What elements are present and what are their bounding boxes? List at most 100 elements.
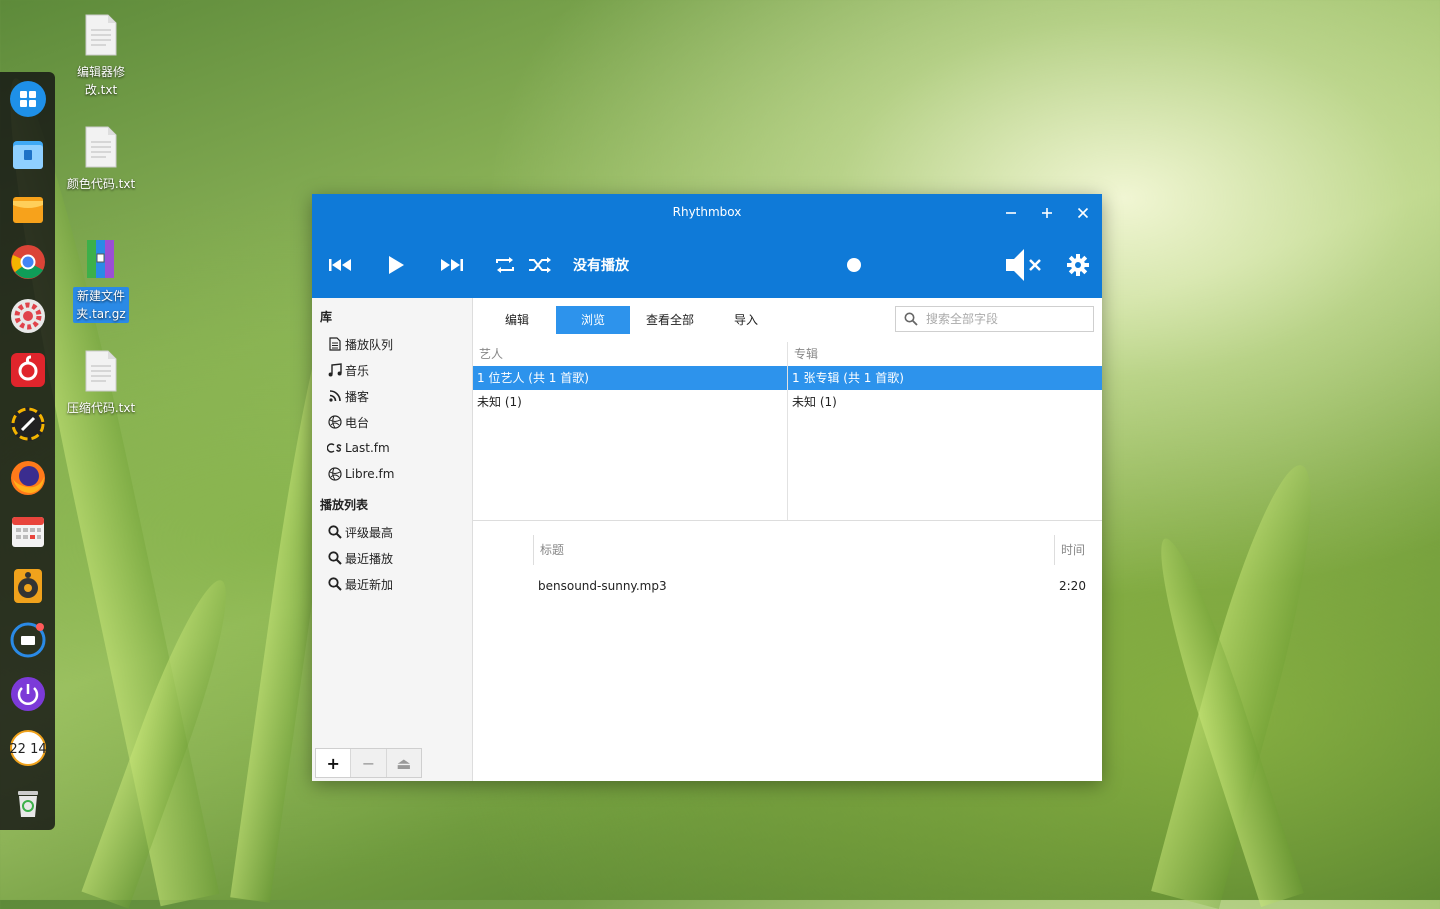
list-item[interactable]: 未知 (1) <box>473 390 787 414</box>
maximize-button[interactable] <box>1036 202 1058 224</box>
sidebar-item-recently-added[interactable]: 最近新加 <box>327 574 393 594</box>
file-manager-icon[interactable] <box>9 135 47 173</box>
chrome-icon[interactable] <box>9 243 47 281</box>
next-button[interactable] <box>437 252 465 278</box>
sidebar-item-recently-played[interactable]: 最近播放 <box>327 548 393 568</box>
eject-button[interactable]: ⏏ <box>387 749 421 777</box>
search-icon <box>904 312 918 326</box>
archive-file-icon <box>87 240 114 278</box>
launcher-icon[interactable] <box>9 80 47 118</box>
keyboard-icon[interactable] <box>9 621 47 659</box>
search-icon <box>327 550 343 566</box>
volume-button[interactable] <box>1004 246 1044 284</box>
globe-icon <box>327 414 343 430</box>
rss-icon <box>327 388 343 404</box>
album-column: 专辑 1 张专辑 (共 1 首歌) 未知 (1) <box>788 342 1102 520</box>
rhythmbox-icon[interactable] <box>9 567 47 605</box>
repeat-button[interactable] <box>491 252 519 278</box>
play-button[interactable] <box>382 252 410 278</box>
album-column-header[interactable]: 专辑 <box>788 342 1102 366</box>
sidebar-item-label: Last.fm <box>345 441 390 455</box>
power-icon[interactable] <box>9 675 47 713</box>
dock: 22 14 <box>0 72 55 830</box>
sidebar-item-label: 播客 <box>345 389 370 404</box>
previous-button[interactable] <box>327 252 355 278</box>
minimize-button[interactable] <box>1000 202 1022 224</box>
close-button[interactable] <box>1072 202 1094 224</box>
sidebar-item-radio[interactable]: 电台 <box>327 412 369 432</box>
tab-import[interactable]: 导入 <box>709 306 783 334</box>
maximize-icon <box>1042 208 1052 218</box>
music-note-icon <box>327 362 343 378</box>
title-column-header[interactable]: 标题 <box>540 535 564 565</box>
desktop-icon-label: 改.txt <box>84 83 118 97</box>
tab-browse[interactable]: 浏览 <box>556 306 630 334</box>
text-file-icon <box>85 126 117 168</box>
player-toolbar: 没有播放 <box>312 232 1102 298</box>
lastfm-icon <box>327 440 343 456</box>
desktop-icon-label: 新建文件 <box>76 289 125 303</box>
desktop-file-color-code-txt[interactable]: 颜色代码.txt <box>61 126 141 193</box>
volume-muted-icon <box>1006 249 1041 281</box>
desktop-icon-label: 编辑器修 <box>76 65 125 79</box>
desktop-icon-label: 颜色代码.txt <box>66 177 136 191</box>
firefox-icon[interactable] <box>9 459 47 497</box>
tab-view-all[interactable]: 查看全部 <box>633 306 707 334</box>
search-icon <box>327 524 343 540</box>
sidebar-item-lastfm[interactable]: Last.fm <box>327 438 390 458</box>
desktop-file-archive-tar-gz[interactable]: 新建文件夹.tar.gz <box>61 238 141 323</box>
remove-playlist-button[interactable]: − <box>351 749 387 777</box>
text-file-icon <box>85 14 117 56</box>
column-separator <box>1054 535 1055 565</box>
list-item[interactable]: 1 张专辑 (共 1 首歌) <box>788 366 1102 390</box>
sidebar-item-music[interactable]: 音乐 <box>327 360 369 380</box>
sidebar-item-label: 最近播放 <box>345 551 394 566</box>
tab-edit[interactable]: 编辑 <box>479 306 555 334</box>
globe-icon <box>327 466 343 482</box>
list-item[interactable]: 1 位艺人 (共 1 首歌) <box>473 366 787 390</box>
sidebar-item-label: 音乐 <box>345 363 370 378</box>
main-panel: 编辑 浏览 查看全部 导入 艺人 1 位艺人 (共 1 首歌) 未知 (1) 专… <box>473 298 1102 781</box>
desktop-icon-label: 压缩代码.txt <box>66 401 136 415</box>
desktop-file-editor-txt[interactable]: 编辑器修改.txt <box>61 14 141 99</box>
minimize-icon <box>1006 212 1016 214</box>
play-icon <box>389 256 404 274</box>
sidebar-item-top-rated[interactable]: 评级最高 <box>327 522 393 542</box>
time-column-header[interactable]: 时间 <box>1061 535 1085 565</box>
sidebar-item-label: 最近新加 <box>345 577 394 592</box>
trash-icon[interactable] <box>9 783 47 821</box>
slider-knob-icon <box>847 258 861 272</box>
text-file-icon <box>85 350 117 392</box>
clock-icon: 22 14 <box>9 729 47 767</box>
add-playlist-button[interactable]: + <box>316 749 352 777</box>
desktop-file-compress-code-txt[interactable]: 压缩代码.txt <box>61 350 141 417</box>
column-separator <box>533 535 534 565</box>
track-list: 标题 时间 bensound-sunny.mp3 2:20 <box>473 521 1102 781</box>
sidebar-button-bar: + − ⏏ <box>315 748 422 778</box>
search-input[interactable] <box>924 311 1088 327</box>
skip-next-icon <box>441 259 463 271</box>
seek-slider-knob[interactable] <box>847 258 861 275</box>
repeat-icon <box>496 257 514 273</box>
app-store-icon[interactable] <box>9 189 47 227</box>
shuffle-button[interactable] <box>526 252 554 278</box>
now-playing-label: 没有播放 <box>573 258 629 274</box>
preferences-button[interactable] <box>1064 252 1092 278</box>
settings-icon[interactable] <box>9 297 47 335</box>
sidebar: 库 播放队列 音乐 播客 电台 Last.fm Libre.fm 播放列表 评级… <box>312 298 473 781</box>
close-icon <box>1077 207 1089 219</box>
sidebar-item-play-queue[interactable]: 播放队列 <box>327 334 393 354</box>
screen-recorder-icon[interactable] <box>9 405 47 443</box>
list-item[interactable]: 未知 (1) <box>788 390 1102 414</box>
calendar-icon[interactable] <box>9 513 47 551</box>
clock-text: 22 14 <box>9 742 46 757</box>
sidebar-item-label: 评级最高 <box>345 525 394 540</box>
sidebar-item-podcasts[interactable]: 播客 <box>327 386 369 406</box>
search-box <box>895 306 1094 332</box>
sidebar-item-librefm[interactable]: Libre.fm <box>327 464 394 484</box>
artist-column-header[interactable]: 艺人 <box>473 342 787 366</box>
desktop-icon-label: 夹.tar.gz <box>76 307 126 321</box>
track-title: bensound-sunny.mp3 <box>538 579 667 593</box>
netease-music-icon[interactable] <box>9 351 47 389</box>
titlebar[interactable]: Rhythmbox <box>312 194 1102 232</box>
